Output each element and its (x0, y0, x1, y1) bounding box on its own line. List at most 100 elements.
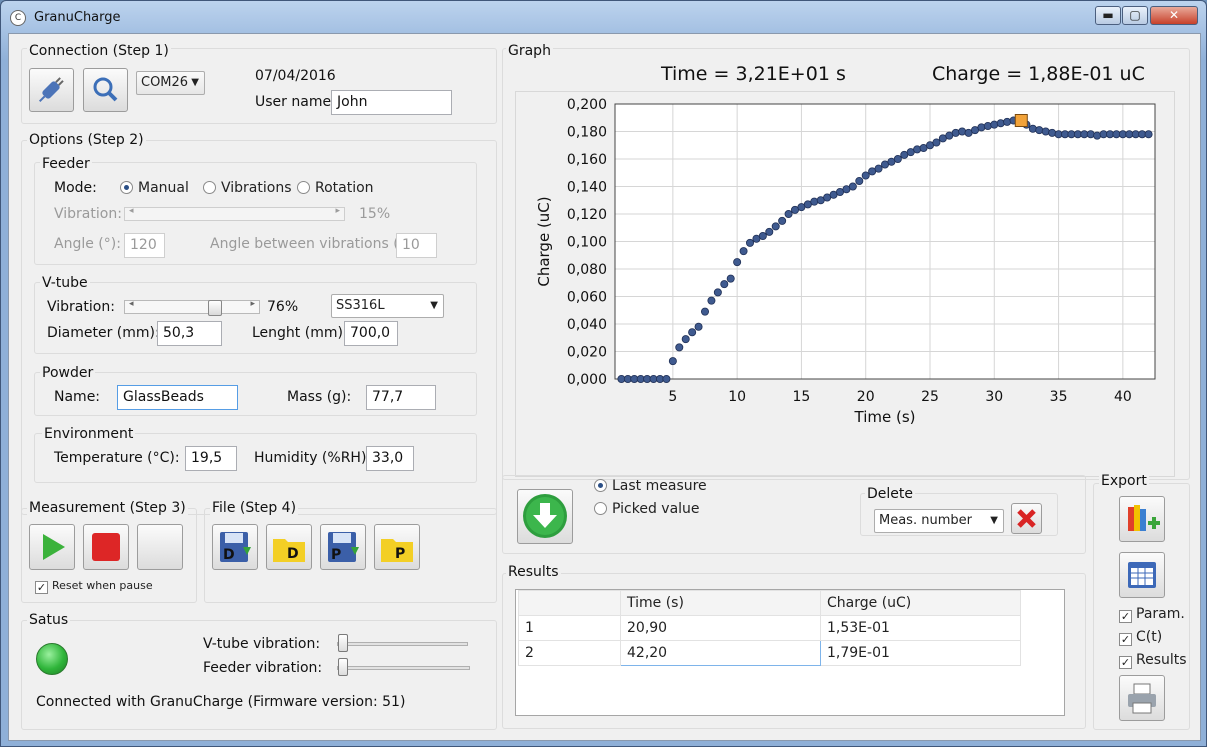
delete-button[interactable] (1011, 503, 1042, 534)
ct-checkbox[interactable]: ✓ C(t) (1119, 629, 1162, 646)
download-arrow-icon (523, 494, 567, 538)
delete-x-icon (1017, 509, 1036, 528)
data-point (855, 177, 864, 186)
options-label: Options (Step 2) (27, 132, 146, 148)
x-axis-label: Time (s) (854, 408, 916, 426)
data-point (1048, 128, 1057, 137)
y-axis-label: Charge (uC) (535, 196, 553, 286)
length-field[interactable]: 700,0 (344, 321, 398, 346)
powder-name-label: Name: (54, 389, 101, 405)
table-row[interactable]: 2 42,20 1,79E-01 (518, 640, 1021, 666)
file-d-glyph: D (287, 546, 299, 562)
save-data-icon: D (220, 532, 251, 563)
y-tick-label: 0,100 (567, 235, 607, 251)
check-icon: ✓ (1119, 656, 1132, 669)
diameter-field[interactable]: 50,3 (157, 321, 222, 346)
vtube-vibration-indicator[interactable] (337, 634, 468, 652)
data-point (958, 127, 967, 136)
mode-vibrations-radio[interactable]: Vibrations (203, 180, 292, 196)
save-data-button[interactable]: D (212, 524, 258, 570)
username-field[interactable]: John (331, 90, 452, 115)
data-point (681, 335, 690, 344)
humidity-field[interactable]: 33,0 (366, 446, 414, 471)
feeder-vibration-slider[interactable]: ◂ ▸ (124, 206, 345, 221)
table-header: Charge (uC) (820, 590, 1021, 616)
radio-dot (203, 181, 216, 194)
feeder-vibration-indicator[interactable] (337, 658, 470, 676)
x-tick-label: 20 (857, 389, 875, 405)
data-point (778, 216, 787, 225)
y-tick-label: 0,120 (567, 207, 607, 223)
data-point (662, 374, 671, 383)
x-tick-label: 15 (793, 389, 811, 405)
results-checkbox[interactable]: ✓ Results (1119, 652, 1187, 669)
chevron-down-icon: ▼ (191, 77, 199, 88)
y-tick-label: 0,160 (567, 152, 607, 168)
mode-rotation-radio[interactable]: Rotation (297, 180, 374, 196)
title-bar[interactable]: C GranuCharge ▬ ▢ ✕ (1, 1, 1206, 31)
table-cell: 20,90 (620, 615, 821, 641)
picked-value-radio[interactable]: Picked value (594, 501, 700, 517)
table-cell: 1,79E-01 (820, 640, 1021, 666)
last-measure-radio[interactable]: Last measure (594, 478, 707, 494)
mode-rotation-label: Rotation (315, 180, 374, 196)
x-tick-label: 40 (1114, 389, 1132, 405)
mode-label: Mode: (54, 180, 97, 196)
open-param-button[interactable]: P (374, 524, 420, 570)
temperature-label: Temperature (°C): (54, 450, 180, 466)
maximize-button[interactable]: ▢ (1122, 6, 1148, 25)
x-tick-label: 5 (668, 389, 677, 405)
connect-button[interactable] (29, 68, 74, 112)
slider-knob[interactable] (338, 658, 348, 676)
slider-knob[interactable] (338, 634, 348, 652)
export-add-icon (1128, 505, 1160, 531)
mode-manual-radio[interactable]: Manual (120, 180, 189, 196)
y-tick-label: 0,000 (567, 372, 607, 388)
feeder-vibration-status-label: Feeder vibration: (203, 660, 323, 676)
radio-dot (594, 502, 607, 515)
table-row[interactable]: 1 20,90 1,53E-01 (518, 615, 1021, 641)
delete-select-value: Meas. number (879, 513, 972, 528)
y-tick-label: 0,200 (567, 97, 607, 113)
temperature-field[interactable]: 19,5 (185, 446, 237, 471)
vtube-vibration-slider[interactable]: ◂ ▸ (124, 299, 260, 316)
data-point (1028, 124, 1037, 133)
vtube-label: V-tube (40, 275, 90, 291)
powder-name-field[interactable]: GlassBeads (117, 385, 238, 410)
data-point (951, 128, 960, 137)
data-point (1035, 126, 1044, 135)
table-cell[interactable]: 42,20 (620, 640, 821, 666)
export-add-button[interactable] (1119, 496, 1165, 542)
data-point (675, 343, 684, 352)
reset-when-pause-checkbox[interactable]: ✓ Reset when pause (35, 579, 153, 594)
delete-select[interactable]: Meas. number ▼ (874, 509, 1004, 533)
arrow-left-icon: ◂ (129, 206, 134, 216)
x-tick-label: 30 (985, 389, 1003, 405)
pause-button[interactable] (137, 524, 183, 570)
data-point (694, 322, 703, 331)
pick-button[interactable] (517, 489, 573, 544)
arrow-left-icon: ◂ (129, 299, 134, 309)
radio-dot (297, 181, 310, 194)
start-button[interactable] (29, 524, 75, 570)
open-data-button[interactable]: D (266, 524, 312, 570)
close-button[interactable]: ✕ (1150, 6, 1198, 25)
highlight-marker (1014, 114, 1028, 127)
data-point (720, 280, 729, 289)
stop-button[interactable] (83, 524, 129, 570)
data-point (996, 119, 1005, 128)
material-select[interactable]: SS316L ▼ (331, 294, 444, 318)
angle-between-field[interactable]: 10 (396, 233, 437, 258)
port-select[interactable]: COM26 ▼ (136, 71, 205, 95)
humidity-label: Humidity (%RH): (254, 450, 372, 466)
search-port-button[interactable] (83, 68, 128, 112)
print-button[interactable] (1119, 675, 1165, 721)
angle-field[interactable]: 120 (124, 233, 165, 258)
charge-chart[interactable]: 5 10 15 20 25 30 35 40 0,000 0,020 0,040 0,060 0,080… (516, 92, 1174, 476)
slider-thumb[interactable] (208, 300, 222, 316)
param-checkbox[interactable]: ✓ Param. (1119, 606, 1185, 623)
mass-field[interactable]: 77,7 (366, 385, 436, 410)
export-table-button[interactable] (1119, 552, 1165, 598)
minimize-button[interactable]: ▬ (1095, 6, 1121, 25)
save-param-button[interactable]: P (320, 524, 366, 570)
